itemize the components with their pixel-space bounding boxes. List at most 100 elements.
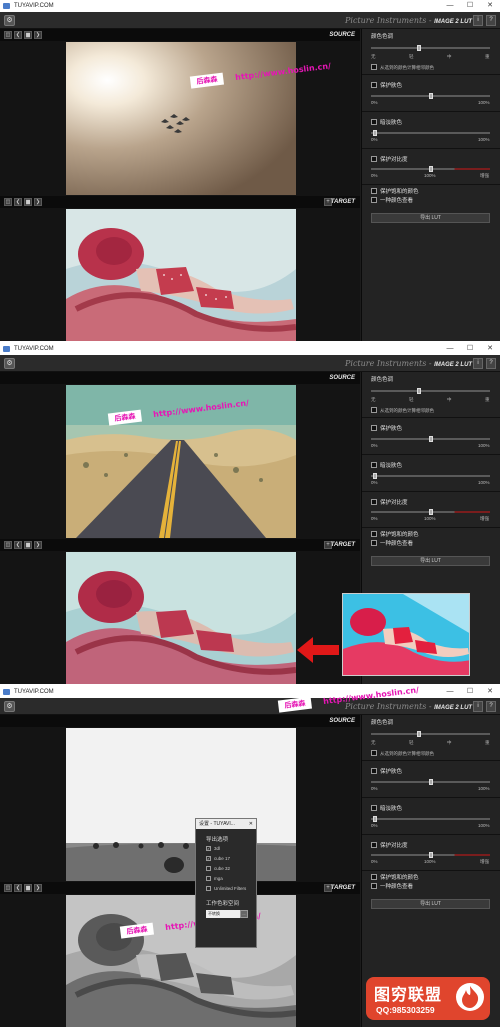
folder-icon[interactable]: ▆: [24, 31, 32, 39]
protect-skin-checkbox[interactable]: [371, 768, 377, 774]
protect-saturation-checkbox[interactable]: [371, 531, 377, 537]
slider-knob[interactable]: [417, 731, 421, 737]
slider-knob[interactable]: [429, 852, 433, 858]
protect-contrast-slider[interactable]: [371, 509, 490, 515]
settings-gear-icon[interactable]: ⚙: [4, 15, 15, 26]
slider-knob[interactable]: [417, 388, 421, 394]
calc-neighbor-checkbox[interactable]: [371, 64, 377, 70]
protect-skin-checkbox[interactable]: [371, 425, 377, 431]
dialog-close-icon[interactable]: ✕: [249, 819, 253, 829]
maximize-button[interactable]: ☐: [460, 343, 480, 355]
minimize-button[interactable]: —: [440, 343, 460, 355]
open-image-icon[interactable]: ◫: [4, 31, 12, 39]
protect-skin-checkbox[interactable]: [371, 82, 377, 88]
help-button[interactable]: ?: [486, 358, 496, 369]
slider-knob[interactable]: [373, 473, 377, 479]
open-image-icon[interactable]: ◫: [4, 541, 12, 549]
prev-icon[interactable]: ❮: [14, 884, 22, 892]
colorspace-browse-button[interactable]: ...: [240, 910, 248, 918]
info-button[interactable]: i: [473, 358, 483, 369]
window-title: TUYAVIP.COM: [14, 3, 54, 9]
checkbox-icon[interactable]: [206, 866, 211, 872]
slider-knob[interactable]: [429, 509, 433, 515]
slider-knob[interactable]: [429, 436, 433, 442]
protect-skin-section: 保护肤色 0% 100%: [362, 419, 500, 455]
info-button[interactable]: i: [473, 15, 483, 26]
target-image: [66, 209, 296, 341]
dim-skin-checkbox[interactable]: [371, 119, 377, 125]
color-tone-slider[interactable]: [371, 45, 490, 51]
settings-gear-icon[interactable]: ⚙: [4, 358, 15, 369]
protect-contrast-checkbox[interactable]: [371, 156, 377, 162]
next-icon[interactable]: ❯: [34, 198, 42, 206]
calc-neighbor-label: 从选到的颜色计算相邻颜色: [380, 65, 434, 70]
protect-contrast-slider[interactable]: [371, 166, 490, 172]
source-label: SOURCE: [329, 375, 355, 381]
folder-icon[interactable]: ▆: [24, 884, 32, 892]
protect-skin-slider[interactable]: [371, 436, 490, 442]
color-tone-slider[interactable]: [371, 731, 490, 737]
single-color-checkbox[interactable]: [371, 540, 377, 546]
close-button[interactable]: ✕: [480, 343, 500, 355]
close-button[interactable]: ✕: [480, 686, 500, 698]
dim-skin-caption: 暗淡肤色: [380, 806, 403, 812]
dim-skin-slider[interactable]: [371, 816, 490, 822]
option-cube17[interactable]: ✓ cube 17: [206, 856, 230, 862]
tuqiong-badge: 图穷联盟 QQ:985303259: [366, 977, 490, 1020]
protect-skin-slider[interactable]: [371, 93, 490, 99]
color-tone-slider[interactable]: [371, 388, 490, 394]
slider-knob[interactable]: [373, 816, 377, 822]
protect-contrast-checkbox[interactable]: [371, 842, 377, 848]
checkbox-icon[interactable]: [206, 886, 211, 892]
slider-knob[interactable]: [429, 779, 433, 785]
help-button[interactable]: ?: [486, 15, 496, 26]
protect-saturation-checkbox[interactable]: [371, 188, 377, 194]
checkbox-checked-icon[interactable]: ✓: [206, 846, 211, 852]
single-color-checkbox[interactable]: [371, 883, 377, 889]
dim-skin-slider[interactable]: [371, 473, 490, 479]
export-lut-button[interactable]: 导出 LUT: [371, 899, 490, 909]
option-mga[interactable]: mga: [206, 876, 223, 882]
dim-skin-checkbox[interactable]: [371, 805, 377, 811]
slider-knob[interactable]: [417, 45, 421, 51]
info-button[interactable]: i: [473, 701, 483, 712]
protect-skin-slider[interactable]: [371, 779, 490, 785]
help-button[interactable]: ?: [486, 701, 496, 712]
single-color-checkbox[interactable]: [371, 197, 377, 203]
prev-icon[interactable]: ❮: [14, 31, 22, 39]
prev-icon[interactable]: ❮: [14, 541, 22, 549]
option-cube32[interactable]: cube 32: [206, 866, 230, 872]
calc-neighbor-checkbox[interactable]: [371, 750, 377, 756]
dim-skin-slider[interactable]: [371, 130, 490, 136]
folder-icon[interactable]: ▆: [24, 541, 32, 549]
open-image-icon[interactable]: ◫: [4, 884, 12, 892]
contrast-mid: 100%: [424, 859, 436, 864]
close-button[interactable]: ✕: [480, 0, 500, 12]
slider-knob[interactable]: [429, 166, 433, 172]
prev-icon[interactable]: ❮: [14, 198, 22, 206]
minimize-button[interactable]: —: [440, 0, 460, 12]
option-unlimited-filters[interactable]: Unlimited Filters: [206, 886, 246, 892]
settings-gear-icon[interactable]: ⚙: [4, 701, 15, 712]
checkbox-checked-icon[interactable]: ✓: [206, 856, 211, 862]
export-lut-button[interactable]: 导出 LUT: [371, 213, 490, 223]
protect-contrast-checkbox[interactable]: [371, 499, 377, 505]
checkbox-icon[interactable]: [206, 876, 211, 882]
minimize-button[interactable]: —: [440, 686, 460, 698]
maximize-button[interactable]: ☐: [460, 0, 480, 12]
option-3dl[interactable]: ✓ 3dl: [206, 846, 220, 852]
next-icon[interactable]: ❯: [34, 541, 42, 549]
folder-icon[interactable]: ▆: [24, 198, 32, 206]
protect-contrast-caption: 保护对比度: [380, 500, 408, 506]
slider-knob[interactable]: [429, 93, 433, 99]
next-icon[interactable]: ❯: [34, 31, 42, 39]
dim-skin-checkbox[interactable]: [371, 462, 377, 468]
open-image-icon[interactable]: ◫: [4, 198, 12, 206]
calc-neighbor-checkbox[interactable]: [371, 407, 377, 413]
protect-contrast-slider[interactable]: [371, 852, 490, 858]
export-lut-button[interactable]: 导出 LUT: [371, 556, 490, 566]
next-icon[interactable]: ❯: [34, 884, 42, 892]
slider-knob[interactable]: [373, 130, 377, 136]
protect-saturation-checkbox[interactable]: [371, 874, 377, 880]
maximize-button[interactable]: ☐: [460, 686, 480, 698]
